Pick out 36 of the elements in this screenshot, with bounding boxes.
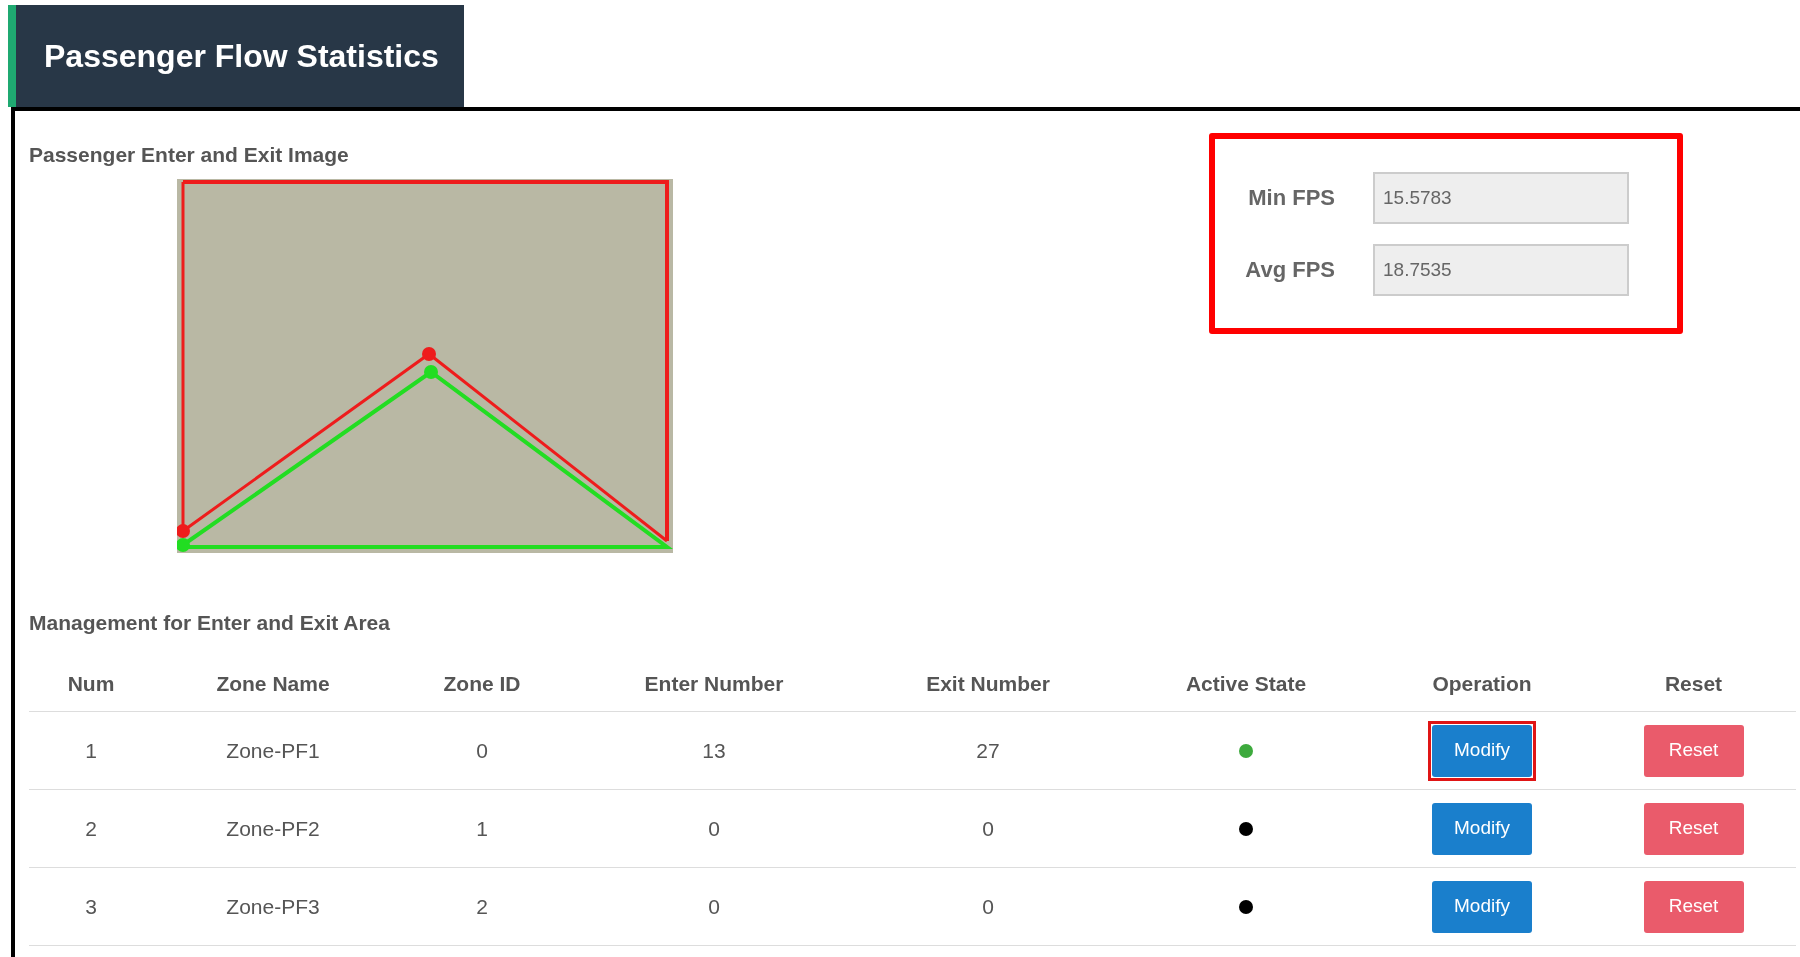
table-cell-text: 0	[476, 737, 488, 764]
table-cell-text: 0	[982, 893, 994, 920]
column-header: Active State	[1185, 670, 1307, 697]
table-cell-text: 0	[708, 815, 720, 842]
table-cell-text: 1	[476, 815, 488, 842]
column-header: Operation	[1432, 670, 1532, 697]
table-cell-text: 0	[708, 893, 720, 920]
column-header: Enter Number	[644, 670, 784, 697]
table-cell-text: 0	[982, 815, 994, 842]
table-cell-text: 3	[85, 893, 97, 920]
table-cell-text: 2	[85, 815, 97, 842]
modify-button[interactable]: Modify	[1432, 802, 1532, 855]
table-cell-text: 2	[476, 893, 488, 920]
table-cell-text: Zone-PF2	[226, 815, 320, 842]
column-header: Zone Name	[216, 670, 330, 697]
table-cell-text: Zone-PF3	[226, 893, 320, 920]
reset-button[interactable]: Reset	[1643, 802, 1744, 855]
table-cell-text: 1	[85, 737, 97, 764]
column-header: Reset	[1664, 670, 1723, 697]
reset-button[interactable]: Reset	[1643, 724, 1744, 777]
reset-button[interactable]: Reset	[1643, 880, 1744, 933]
field-label: Avg FPS	[1245, 256, 1335, 284]
column-header: Num	[67, 670, 115, 697]
column-header: Exit Number	[926, 670, 1050, 697]
fps-field[interactable]: 18.7535	[1373, 243, 1629, 296]
field-label: Min FPS	[1247, 184, 1335, 212]
column-header: Zone ID	[443, 670, 521, 697]
modify-button[interactable]: Modify	[1432, 880, 1532, 933]
section-title: Passenger Enter and Exit Image	[29, 142, 350, 168]
table-cell-text: Zone-PF1	[226, 737, 320, 764]
table-cell-text: 27	[976, 737, 1000, 764]
table-cell-text: 13	[702, 737, 726, 764]
page-title: Passenger Flow Statistics	[44, 37, 439, 76]
modify-button[interactable]: Modify	[1432, 724, 1532, 777]
fps-field[interactable]: 15.5783	[1373, 171, 1629, 224]
section-title: Management for Enter and Exit Area	[29, 609, 391, 636]
